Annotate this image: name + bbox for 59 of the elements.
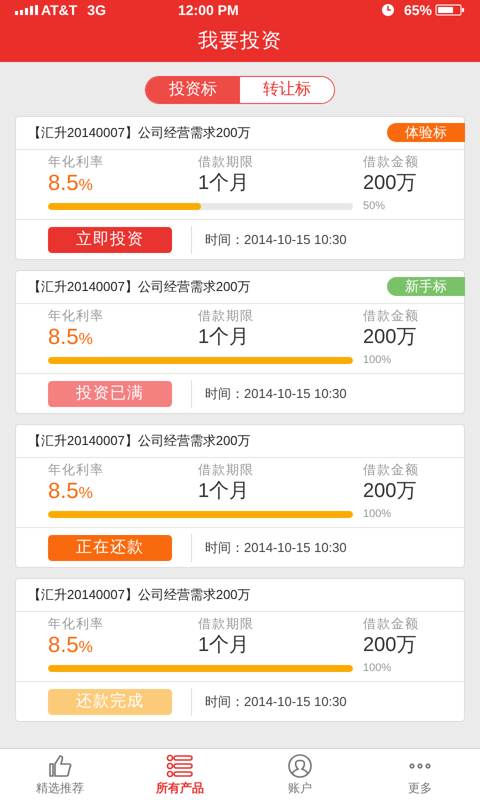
loan-title: 【汇升20140007】公司经营需求200万 <box>28 432 251 450</box>
amount-label: 借款金额 <box>363 462 420 478</box>
loan-amount: 200万 <box>363 325 418 350</box>
loan-card[interactable]: 【汇升20140007】公司经营需求200万 新手标 年化利率 借款期限 借款金额 8.5% 1个月 200万 100% 投资已满 时间：2014-10-15 10:30 <box>15 270 465 414</box>
loan-card[interactable]: 【汇升20140007】公司经营需求200万 年化利率 借款期限 借款金额 8.5% 1个月 200万 100% 正在还款 时间：2014-10-15 10:30 <box>15 424 465 568</box>
loan-tag: 新手标 <box>387 277 465 296</box>
loan-amount: 200万 <box>363 479 418 504</box>
more-icon <box>409 762 431 768</box>
loan-time: 时间：2014-10-15 10:30 <box>205 230 347 249</box>
loan-time: 时间：2014-10-15 10:30 <box>205 692 347 711</box>
loan-card[interactable]: 【汇升20140007】公司经营需求200万 年化利率 借款期限 借款金额 8.5% 1个月 200万 100% 还款完成 时间：2014-10-15 10:30 <box>15 578 465 722</box>
term-label: 借款期限 <box>198 154 255 170</box>
amount-label: 借款金额 <box>363 616 420 632</box>
progress-percent: 100% <box>363 353 392 367</box>
rate-label: 年化利率 <box>48 616 105 632</box>
rate-label: 年化利率 <box>48 154 105 170</box>
action-button[interactable]: 投资已满 <box>48 380 172 406</box>
tab-bar-item[interactable]: 账户 <box>240 749 360 800</box>
network-type: 3G <box>87 0 106 20</box>
status-time: 12:00 PM <box>178 0 239 20</box>
term-label: 借款期限 <box>198 308 255 324</box>
loan-term: 1个月 <box>198 479 250 504</box>
interest-rate: 8.5% <box>48 170 94 197</box>
tab-bar-item[interactable]: 所有产品 <box>120 749 240 800</box>
loan-time: 时间：2014-10-15 10:30 <box>205 384 347 403</box>
segment-tab[interactable]: 投资标 <box>146 77 240 103</box>
loan-amount: 200万 <box>363 171 418 196</box>
loan-title: 【汇升20140007】公司经营需求200万 <box>28 124 251 142</box>
carrier-name: AT&T <box>41 0 78 20</box>
tab-bar-item[interactable]: 更多 <box>360 749 480 800</box>
term-label: 借款期限 <box>198 462 255 478</box>
action-button[interactable]: 立即投资 <box>48 226 172 252</box>
loan-term: 1个月 <box>198 171 250 196</box>
loan-amount: 200万 <box>363 633 418 658</box>
loan-tag: 体验标 <box>387 123 465 142</box>
loan-term: 1个月 <box>198 633 250 658</box>
term-label: 借款期限 <box>198 616 255 632</box>
progress-percent: 100% <box>363 661 392 675</box>
interest-rate: 8.5% <box>48 324 94 351</box>
signal-icon <box>15 5 39 15</box>
tab-bar-item[interactable]: 精选推荐 <box>0 749 120 800</box>
interest-rate: 8.5% <box>48 478 94 505</box>
action-button[interactable]: 正在还款 <box>48 534 172 560</box>
loan-time: 时间：2014-10-15 10:30 <box>205 538 347 557</box>
loan-term: 1个月 <box>198 325 250 350</box>
battery-percent: 65% <box>404 0 432 20</box>
loan-card[interactable]: 【汇升20140007】公司经营需求200万 体验标 年化利率 借款期限 借款金额 8.5% 1个月 200万 50% 立即投资 时间：2014-10-15 10:30 <box>15 116 465 260</box>
rate-label: 年化利率 <box>48 308 105 324</box>
progress-percent: 100% <box>363 507 392 521</box>
amount-label: 借款金额 <box>363 308 420 324</box>
amount-label: 借款金额 <box>363 154 420 170</box>
page-title: 我要投资 <box>198 29 282 54</box>
loan-title: 【汇升20140007】公司经营需求200万 <box>28 278 251 296</box>
rate-label: 年化利率 <box>48 462 105 478</box>
loan-title: 【汇升20140007】公司经营需求200万 <box>28 586 251 604</box>
battery-icon <box>435 4 465 16</box>
progress-percent: 50% <box>363 199 386 213</box>
interest-rate: 8.5% <box>48 632 94 659</box>
clock-icon <box>382 4 394 16</box>
